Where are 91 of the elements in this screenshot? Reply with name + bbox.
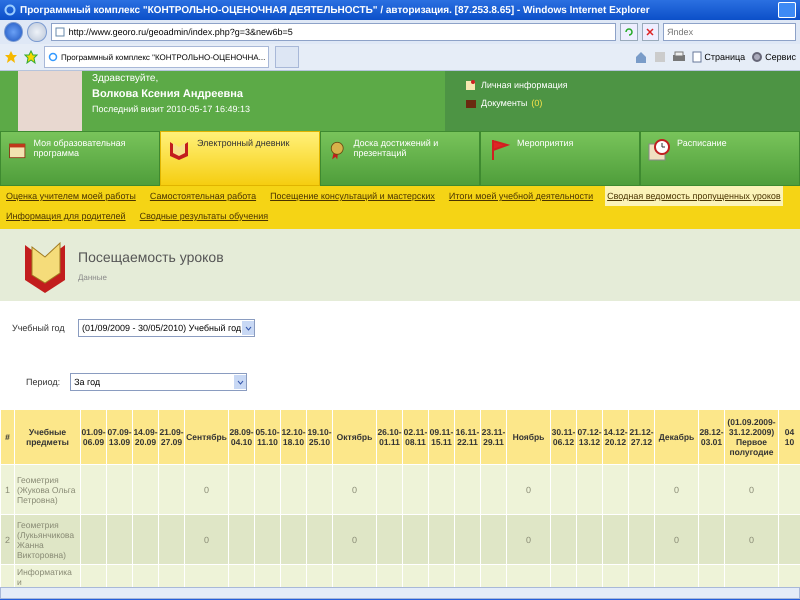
table-cell: 0 bbox=[352, 484, 357, 494]
new-tab-button[interactable] bbox=[275, 46, 300, 68]
gear-icon bbox=[751, 51, 764, 63]
window-title: Программный комплекс "КОНТРОЛЬНО-ОЦЕНОЧНАЯ ДЕЯТЕЛЬНОСТЬ" / авторизация. [87.253.8.65] - Windows Internet Explorer bbox=[20, 4, 650, 16]
note-icon bbox=[465, 79, 477, 91]
column-header: 05.10- 11.10 bbox=[254, 410, 280, 464]
document-count: (0) bbox=[531, 98, 542, 108]
column-header: 07.12- 13.12 bbox=[576, 410, 602, 464]
subnav-link[interactable]: Посещение консультаций и мастерских bbox=[268, 186, 437, 206]
column-header: 26.10- 01.11 bbox=[376, 410, 402, 464]
column-header: 12.10- 18.10 bbox=[280, 410, 306, 464]
subject-name: Геометрия (Лукьянчикова Жанна Викторовна) bbox=[17, 520, 74, 560]
home-icon[interactable] bbox=[634, 50, 648, 64]
column-header: 19.10- 25.10 bbox=[306, 410, 332, 464]
add-favorite-icon[interactable] bbox=[24, 50, 38, 64]
table-cell: 0 bbox=[748, 484, 754, 494]
dropdown[interactable]: За год bbox=[70, 373, 248, 391]
column-header: 28.09- 04.10 bbox=[228, 410, 254, 464]
row-number: 1 bbox=[4, 484, 10, 494]
nav-tab[interactable]: Электронный дневник bbox=[160, 131, 320, 186]
stop-button[interactable] bbox=[642, 23, 660, 41]
table-cell: 0 bbox=[526, 484, 531, 494]
address-field[interactable]: http://www.georo.ru/geoadmin/index.php?g=3&new6b=5 bbox=[50, 23, 616, 41]
page-menu[interactable]: Страница bbox=[692, 51, 746, 63]
row-number: 2 bbox=[4, 534, 10, 544]
column-header: 30.11- 06.12 bbox=[550, 410, 576, 464]
subject-name: Информатика и bbox=[17, 567, 72, 587]
printer-icon[interactable] bbox=[672, 50, 686, 64]
caret-icon bbox=[236, 380, 244, 384]
tools-menu[interactable]: Сервис bbox=[751, 51, 796, 63]
subnav-link[interactable]: Итоги моей учебной деятельности bbox=[446, 186, 596, 206]
column-header: 21.12- 27.12 bbox=[628, 410, 654, 464]
subnav-link[interactable]: Оценка учителем моей работы bbox=[4, 186, 138, 206]
refresh-button[interactable] bbox=[620, 23, 638, 41]
table-cell: 0 bbox=[674, 484, 679, 494]
page-title: Посещаемость уроков bbox=[78, 248, 224, 264]
column-header: 21.09- 27.09 bbox=[158, 410, 184, 464]
filter-label: Учебный год bbox=[12, 323, 66, 333]
table-cell: 0 bbox=[352, 534, 357, 544]
column-header: Учебные предметы bbox=[14, 410, 80, 464]
page-icon bbox=[54, 27, 65, 37]
minimize-button[interactable] bbox=[778, 2, 796, 18]
column-header: 16.11- 22.11 bbox=[454, 410, 480, 464]
star-icon[interactable] bbox=[4, 50, 18, 64]
dropdown[interactable]: (01/09/2009 - 30/05/2010) Учебный год bbox=[78, 319, 255, 337]
table-cell: 0 bbox=[526, 534, 531, 544]
browser-logo-icon bbox=[4, 4, 16, 16]
column-header: Декабрь bbox=[654, 410, 698, 464]
column-header: Сентябрь bbox=[184, 410, 228, 464]
back-button[interactable] bbox=[4, 22, 24, 42]
browser-tab[interactable]: Программный комплекс "КОНТРОЛЬНО-ОЦЕНОЧНА... bbox=[44, 46, 270, 68]
column-header: 01.09- 06.09 bbox=[80, 410, 106, 464]
column-header: 04 10 bbox=[778, 410, 800, 464]
subnav-link[interactable]: Сводные результаты обучения bbox=[138, 206, 270, 226]
horizontal-scrollbar[interactable] bbox=[0, 587, 800, 599]
column-header: (01.09.2009- 31.12.2009) Первое полугодие bbox=[724, 410, 778, 464]
page-icon bbox=[692, 51, 702, 63]
column-header: 14.12- 20.12 bbox=[602, 410, 628, 464]
folder-icon bbox=[465, 97, 477, 109]
column-header: Ноябрь bbox=[506, 410, 550, 464]
filter-label: Период: bbox=[26, 377, 60, 387]
clock-icon bbox=[647, 138, 671, 162]
subnav-link[interactable]: Информация для родителей bbox=[4, 206, 128, 226]
column-header: 02.11- 08.11 bbox=[402, 410, 428, 464]
page-subtitle: Данные bbox=[78, 272, 108, 282]
forward-button[interactable] bbox=[27, 22, 47, 42]
header-link[interactable]: Документы bbox=[481, 98, 528, 108]
table-cell: 0 bbox=[748, 534, 754, 544]
greeting: Здравствуйте, bbox=[92, 73, 160, 84]
refresh-icon bbox=[624, 27, 634, 37]
column-header: 23.11- 29.11 bbox=[480, 410, 506, 464]
user-name: Волкова Ксения Андреевна bbox=[92, 88, 244, 100]
browser-logo-icon bbox=[48, 52, 58, 62]
close-icon bbox=[645, 27, 656, 37]
subnav-link[interactable]: Сводная ведомость пропущенных уроков bbox=[605, 186, 783, 206]
header-link[interactable]: Личная информация bbox=[481, 80, 568, 90]
search-field[interactable]: Яndex bbox=[663, 23, 796, 41]
column-header: Октябрь bbox=[332, 410, 376, 464]
photo-placeholder bbox=[18, 71, 82, 131]
column-header: 09.11- 15.11 bbox=[428, 410, 454, 464]
column-header: 28.12- 03.01 bbox=[698, 410, 724, 464]
column-header: 07.09- 13.09 bbox=[106, 410, 132, 464]
table-cell: 0 bbox=[204, 484, 209, 494]
table-cell: 0 bbox=[204, 534, 209, 544]
column-header: 14.09- 20.09 bbox=[132, 410, 158, 464]
column-header: # bbox=[0, 410, 14, 464]
caret-icon bbox=[244, 326, 252, 330]
subnav-link[interactable]: Самостоятельная работа bbox=[148, 186, 258, 206]
last-visit: Последний визит 2010-05-17 16:49:13 bbox=[92, 104, 250, 114]
subject-name: Геометрия (Жукова Ольга Петровна) bbox=[17, 474, 76, 504]
table-cell: 0 bbox=[674, 534, 679, 544]
